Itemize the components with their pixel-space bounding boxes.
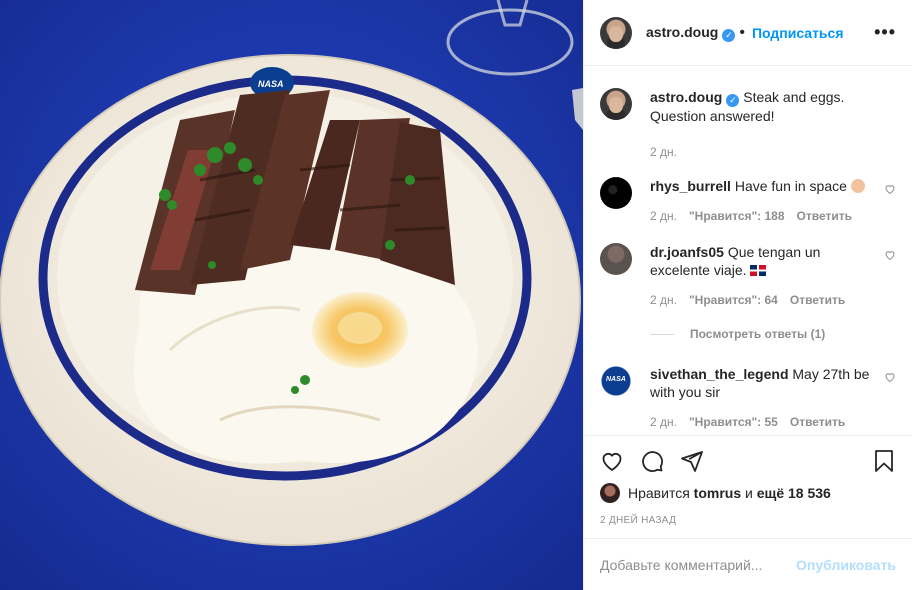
comment-likes[interactable]: "Нравится": 64 <box>689 291 778 309</box>
post-actions: Нравится tomrus и ещё 18 536 2 ДНЕЙ НАЗА… <box>584 435 912 538</box>
post-photo[interactable]: NASA <box>0 0 583 590</box>
more-options-icon[interactable]: ••• <box>874 22 896 43</box>
replies-divider <box>650 333 674 335</box>
view-replies-button[interactable]: Посмотреть ответы (1) <box>650 327 896 341</box>
header-separator: • <box>739 23 745 41</box>
view-replies-label: Посмотреть ответы (1) <box>690 327 826 341</box>
like-heart-icon[interactable] <box>600 449 624 473</box>
share-send-icon[interactable] <box>680 449 704 473</box>
post-side-panel: astro.doug ✓ • Подписаться ••• astro.doug… <box>583 0 912 590</box>
verified-badge-icon: ✓ <box>726 94 740 107</box>
caption-avatar[interactable] <box>600 88 632 120</box>
steak-and-eggs-image: NASA <box>0 0 583 590</box>
comment-username[interactable]: rhys_burrell <box>650 178 731 194</box>
comment-item: dr.joanfs05 Que tengan un excelente viaj… <box>600 243 896 309</box>
reply-button[interactable]: Ответить <box>790 413 845 431</box>
caption-username[interactable]: astro.doug ✓ <box>650 89 740 107</box>
comment-input[interactable]: Добавьте комментарий... <box>600 557 762 573</box>
ok-hand-emoji-icon <box>850 179 865 193</box>
add-comment-bar: Добавьте комментарий... Опубликовать <box>584 538 912 590</box>
post-header: astro.doug ✓ • Подписаться ••• <box>584 0 912 66</box>
likes-prefix: Нравится <box>628 485 690 501</box>
like-comment-heart-icon[interactable] <box>884 249 896 261</box>
likes-summary[interactable]: Нравится tomrus и ещё 18 536 <box>600 483 896 503</box>
caption: astro.doug ✓ Steak and eggs. Question ans… <box>600 88 896 161</box>
plate-badge-text: NASA <box>258 79 284 89</box>
follow-button[interactable]: Подписаться <box>752 25 844 41</box>
comment-time[interactable]: 2 дн. <box>650 291 677 309</box>
like-comment-heart-icon[interactable] <box>884 371 896 383</box>
comment-time[interactable]: 2 дн. <box>650 207 677 225</box>
liker-avatar <box>600 483 620 503</box>
like-comment-heart-icon[interactable] <box>884 183 896 195</box>
comment-text: Have fun in space <box>734 178 847 194</box>
comment-username[interactable]: sivethan_the_legend <box>650 366 789 382</box>
commenter-avatar[interactable] <box>600 177 632 209</box>
verified-badge-icon: ✓ <box>722 28 736 42</box>
author-username[interactable]: astro.doug ✓ <box>646 24 736 42</box>
comment-likes[interactable]: "Нравится": 55 <box>689 413 778 431</box>
likes-count[interactable]: ещё 18 536 <box>757 485 831 501</box>
liker-username[interactable]: tomrus <box>694 485 741 501</box>
post-date[interactable]: 2 ДНЕЙ НАЗАД <box>600 515 896 538</box>
instagram-post-view: NASA astro.doug ✓ • Подписаться ••• astr… <box>0 0 912 590</box>
comment-item: sivethan_the_legend May 27th be with you… <box>600 365 896 431</box>
publish-button[interactable]: Опубликовать <box>796 557 896 573</box>
commenter-avatar[interactable] <box>600 365 632 397</box>
comment-time[interactable]: 2 дн. <box>650 413 677 431</box>
comment-item: rhys_burrell Have fun in space 2 дн. "Нр… <box>600 177 896 225</box>
reply-button[interactable]: Ответить <box>797 207 852 225</box>
comment-bubble-icon[interactable] <box>640 449 664 473</box>
comment-likes[interactable]: "Нравится": 188 <box>689 207 785 225</box>
comments-list: astro.doug ✓ Steak and eggs. Question ans… <box>584 66 912 435</box>
caption-time[interactable]: 2 дн. <box>650 143 677 161</box>
reply-button[interactable]: Ответить <box>790 291 845 309</box>
dominican-flag-icon <box>750 265 767 276</box>
likes-conjunction: и <box>745 485 753 501</box>
author-avatar[interactable] <box>600 16 632 49</box>
commenter-avatar[interactable] <box>600 243 632 275</box>
comment-username[interactable]: dr.joanfs05 <box>650 244 724 260</box>
bookmark-save-icon[interactable] <box>872 449 896 473</box>
